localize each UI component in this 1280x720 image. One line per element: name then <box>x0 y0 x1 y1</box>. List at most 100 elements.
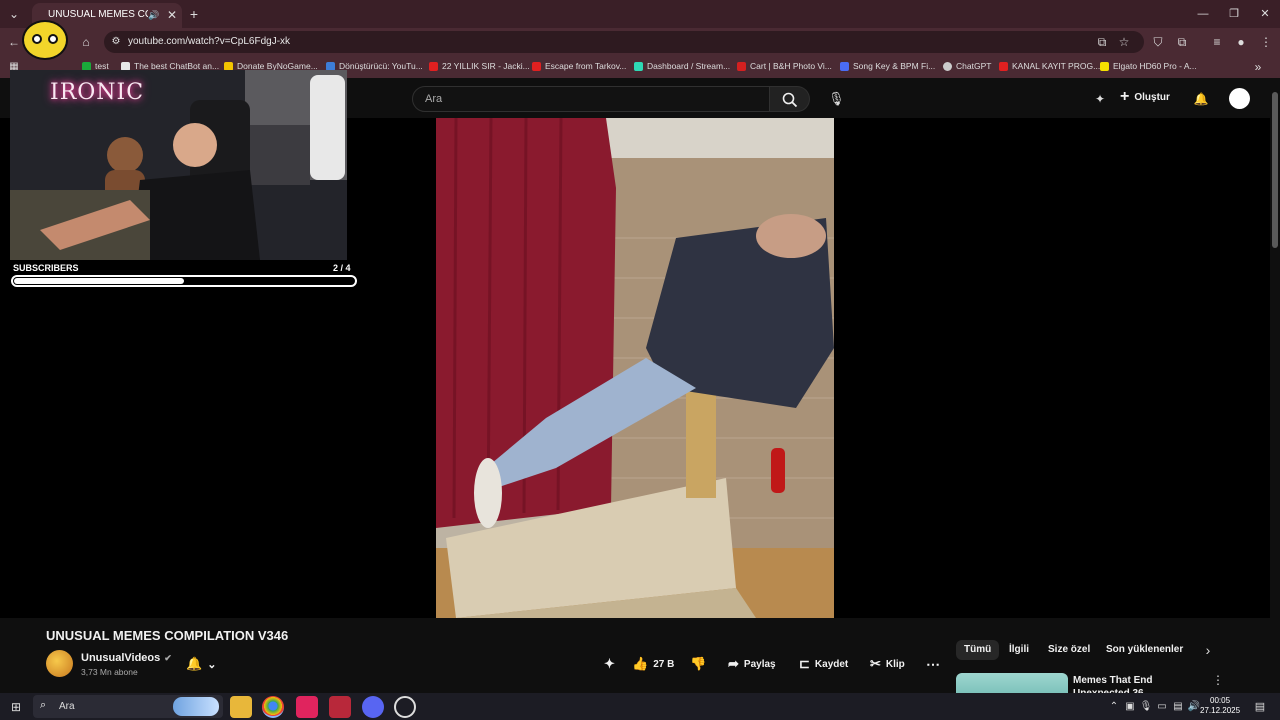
recommended-title[interactable]: Memes That End Unexpected 36 <box>1073 674 1203 693</box>
create-button[interactable]: + Oluştur <box>1120 89 1170 105</box>
home-icon[interactable]: ⌂ <box>78 34 94 50</box>
notifications-bell-icon[interactable]: 🔔 <box>1193 91 1209 107</box>
recommended-thumbnail[interactable] <box>956 673 1068 693</box>
app-icon[interactable] <box>394 696 416 718</box>
tray-chevron-icon[interactable]: ⌃ <box>1106 699 1122 715</box>
like-count: 27 B <box>653 658 675 670</box>
thumbs-down-icon: 👎 <box>690 656 707 671</box>
clip-button[interactable]: ✂ Klip <box>870 656 905 672</box>
subscribers-goal-bar <box>11 275 357 287</box>
page-scrollbar[interactable] <box>1270 78 1280 693</box>
tab-list-icon[interactable]: ⌄ <box>6 6 22 22</box>
bookmark-favicon-icon <box>532 61 541 71</box>
gemini-icon[interactable]: ✦ <box>1092 91 1108 107</box>
install-app-icon[interactable]: ⧉ <box>1094 34 1110 50</box>
windows-start-icon[interactable]: ⊞ <box>8 699 24 715</box>
chip-related[interactable]: İlgili <box>1001 640 1037 660</box>
bookmark-item[interactable]: 22 YILLIK SIR - Jacki... <box>429 61 530 71</box>
more-icon: ⋯ <box>926 656 940 672</box>
voice-search-icon[interactable]: 🎙 <box>828 91 845 107</box>
clock-time: 00:05 <box>1210 696 1231 705</box>
mascot-eye <box>32 34 42 44</box>
bookmark-item[interactable]: Song Key & BPM Fi... <box>840 61 935 71</box>
shield-icon[interactable]: ⛉ <box>1150 34 1166 50</box>
video-scene <box>436 118 834 618</box>
bookmark-star-icon[interactable]: ☆ <box>1116 34 1132 50</box>
save-button[interactable]: ⊏ Kaydet <box>799 656 848 672</box>
chip-recent[interactable]: Son yüklenenler <box>1098 640 1191 660</box>
avatar[interactable] <box>1229 88 1250 109</box>
bookmark-item[interactable]: Escape from Tarkov... <box>532 61 626 71</box>
microphone-icon[interactable]: 🎙 <box>1138 699 1154 715</box>
file-explorer-icon[interactable] <box>230 696 252 718</box>
notification-center-icon[interactable]: ▤ <box>1252 699 1268 715</box>
minimize-icon[interactable]: — <box>1196 7 1210 21</box>
channel-name-text: UnusualVideos <box>81 652 161 664</box>
video-player[interactable]: IRONIC <box>0 70 1270 618</box>
tray-icon[interactable]: ▣ <box>1122 699 1138 715</box>
discord-icon[interactable] <box>362 696 384 718</box>
media-controls-icon[interactable]: ≡ <box>1209 34 1225 50</box>
bell-icon: 🔔 <box>186 656 203 671</box>
subscribe-bell-button[interactable]: 🔔 ⌄ <box>186 656 216 672</box>
url-text: youtube.com/watch?v=CpL6FdgJ-xk <box>128 36 291 47</box>
profile-icon[interactable]: ● <box>1233 34 1249 50</box>
tab-close-icon[interactable]: ✕ <box>164 7 180 23</box>
video-frame[interactable] <box>436 118 834 618</box>
subscribers-goal-count: 2 / 4 <box>333 263 351 273</box>
bookmark-item[interactable]: Cart | B&H Photo Vi... <box>737 61 832 71</box>
create-label: Oluştur <box>1134 91 1170 103</box>
chip-for-you[interactable]: Size özel <box>1040 640 1098 660</box>
bookmark-favicon-icon <box>1100 61 1109 71</box>
taskbar-search[interactable]: ⌕ Ara <box>33 695 223 718</box>
more-actions-button[interactable]: ⋯ <box>926 656 940 673</box>
restore-icon[interactable]: ❐ <box>1227 7 1241 21</box>
bookmark-item[interactable]: Dashboard / Stream... <box>634 61 730 71</box>
display-icon[interactable]: ▭ <box>1154 699 1170 715</box>
back-icon[interactable]: ← <box>6 34 22 50</box>
search-input[interactable]: Ara <box>412 86 770 112</box>
tab-title: UNUSUAL MEMES COMPILATION V346 <box>48 9 148 20</box>
search-highlight-icon <box>173 697 219 716</box>
channel-name[interactable]: UnusualVideos ✔ <box>81 652 172 664</box>
address-bar[interactable]: ⚙ youtube.com/watch?v=CpL6FdgJ-xk ⧉ ☆ <box>104 31 1144 53</box>
share-button[interactable]: ➦ Paylaş <box>728 656 776 672</box>
music-app-icon[interactable] <box>296 696 318 718</box>
channel-avatar[interactable] <box>46 650 73 677</box>
video-editor-icon[interactable] <box>329 696 351 718</box>
chip-all[interactable]: Tümü <box>956 640 1000 660</box>
share-icon: ➦ <box>728 656 739 671</box>
subscriber-count: 3,73 Mn abone <box>81 667 138 677</box>
scissors-icon: ✂ <box>870 656 881 671</box>
chevron-right-icon[interactable]: › <box>1200 642 1216 658</box>
scrollbar-thumb[interactable] <box>1272 92 1278 248</box>
bookmark-item[interactable]: ChatGPT <box>943 61 991 71</box>
bookmark-item[interactable]: KANAL KAYIT PROG... <box>999 61 1100 71</box>
tab-audio-icon[interactable]: 🔊 <box>146 7 162 23</box>
bookmark-favicon-icon <box>999 61 1008 71</box>
mascot-logo <box>22 20 68 60</box>
more-options-icon[interactable]: ⋮ <box>1210 672 1226 688</box>
search-placeholder: Ara <box>425 93 443 105</box>
search-button[interactable] <box>770 86 810 112</box>
close-window-icon[interactable]: ✕ <box>1258 7 1272 21</box>
like-button[interactable]: 👍 27 B <box>632 656 674 672</box>
chrome-icon[interactable] <box>262 696 284 718</box>
extensions-icon[interactable]: ⧉ <box>1174 34 1190 50</box>
verified-icon: ✔ <box>164 652 172 663</box>
gemini-icon: ✦ <box>604 656 615 671</box>
clip-label: Klip <box>885 658 905 670</box>
site-info-icon[interactable]: ⚙ <box>108 34 124 50</box>
taskbar-clock[interactable]: 00:05 27.12.2025 <box>1200 696 1240 716</box>
search-icon: ⌕ <box>40 699 47 711</box>
bookmark-favicon-icon <box>737 61 746 71</box>
dislike-button[interactable]: 👎 <box>690 656 706 672</box>
bookmark-item[interactable]: Elgato HD60 Pro - A... <box>1100 61 1197 71</box>
chevron-down-icon: ⌄ <box>207 658 217 671</box>
new-tab-icon[interactable]: + <box>186 6 202 22</box>
network-icon[interactable]: ▤ <box>1170 699 1186 715</box>
more-bookmarks-icon[interactable]: » <box>1250 59 1266 75</box>
video-info: UNUSUAL MEMES COMPILATION V346 UnusualVi… <box>0 618 1270 693</box>
ask-gemini-button[interactable]: ✦ <box>604 656 615 672</box>
menu-icon[interactable]: ⋮ <box>1258 34 1274 50</box>
